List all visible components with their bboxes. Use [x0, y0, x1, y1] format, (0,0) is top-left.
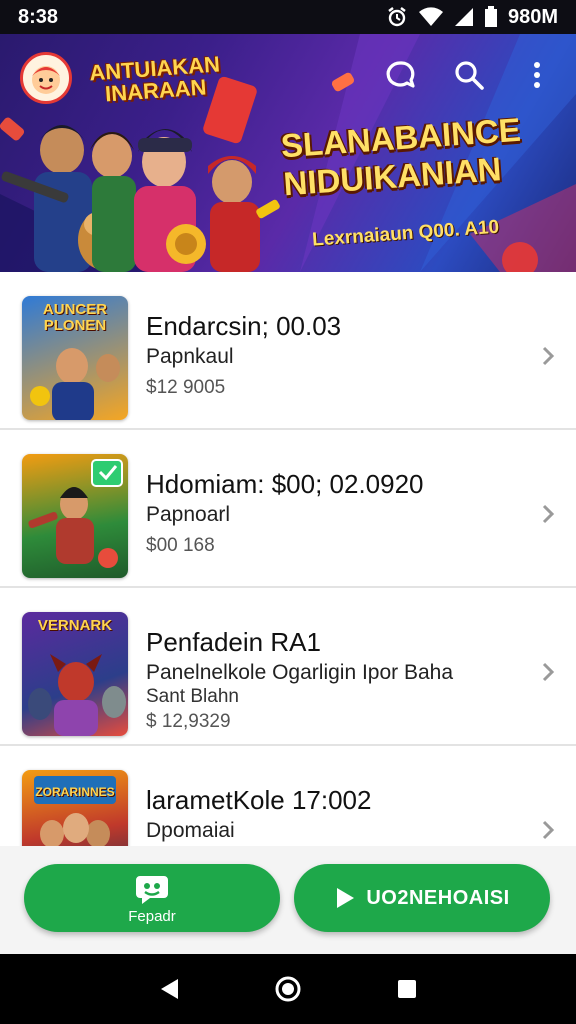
chat-icon[interactable] — [380, 54, 422, 96]
game-thumbnail — [22, 454, 128, 578]
feedback-label: Fepadr — [128, 907, 176, 925]
chevron-right-icon — [542, 504, 555, 524]
more-vert-icon[interactable] — [516, 54, 558, 96]
item-title: Penfadein RA1 — [146, 627, 321, 657]
chat-face-icon — [136, 875, 168, 904]
status-bar: 8:38 980M — [0, 0, 576, 34]
list-item[interactable]: Hdomiam: $00; 02.0920 Papnoarl $00 168 — [0, 430, 576, 588]
item-extra: Sant Blahn — [146, 686, 239, 707]
item-title: larametKole 17:002 — [146, 785, 372, 815]
battery-icon — [484, 6, 497, 27]
chevron-right-icon — [542, 346, 555, 366]
item-subtitle: Papnoarl — [146, 503, 231, 526]
app-logo — [20, 52, 72, 104]
item-price: $ 12,9329 — [146, 711, 231, 732]
item-subtitle: Papnkaul — [146, 345, 234, 368]
app-screen: 8:38 980M ANTUIAKAN INARAAN SLANABAINCE … — [0, 0, 576, 1024]
item-title: Hdomiam: $00; 02.0920 — [146, 469, 424, 499]
game-thumbnail: AUNCER PLONEN — [22, 296, 128, 420]
home-icon[interactable] — [268, 969, 308, 1009]
banner-small-title: ANTUIAKAN INARAAN — [88, 51, 221, 107]
top-actions — [380, 54, 558, 96]
hero-banner[interactable]: ANTUIAKAN INARAAN SLANABAINCE NIDUIKANIA… — [0, 34, 576, 272]
alarm-icon — [388, 7, 406, 27]
wifi-icon — [418, 7, 443, 27]
battery-text: 980M — [507, 5, 558, 28]
list-item[interactable]: VERNARK Penfadein RA1 Panelnelkole Ogarl… — [0, 588, 576, 746]
game-list: AUNCER PLONEN Endarcsin; 00.03 Papnkaul … — [0, 272, 576, 904]
search-icon[interactable] — [448, 54, 490, 96]
download-label: UO2NEHOAISI — [366, 886, 510, 909]
status-time: 8:38 — [18, 5, 59, 28]
action-bar: Fepadr UO2NEHOAISI — [0, 846, 576, 954]
item-price: $12 9005 — [146, 377, 226, 398]
item-price: $00 168 — [146, 535, 215, 556]
item-title: Endarcsin; 00.03 — [146, 311, 342, 341]
game-thumbnail: VERNARK — [22, 612, 128, 736]
chevron-right-icon — [542, 820, 555, 840]
system-nav-bar — [0, 954, 576, 1024]
chevron-right-icon — [542, 662, 555, 682]
item-subtitle: Panelnelkole Ogarligin Ipor Baha — [146, 661, 454, 684]
play-store-icon — [337, 888, 355, 908]
signal-icon — [454, 8, 473, 26]
back-icon[interactable] — [149, 969, 189, 1009]
recents-icon[interactable] — [387, 969, 427, 1009]
status-icons: 980M — [386, 6, 558, 29]
item-subtitle: Dpomaiai — [146, 819, 235, 842]
list-item[interactable]: AUNCER PLONEN Endarcsin; 00.03 Papnkaul … — [0, 272, 576, 430]
download-button[interactable]: UO2NEHOAISI — [294, 864, 550, 932]
feedback-button[interactable]: Fepadr — [24, 864, 280, 932]
